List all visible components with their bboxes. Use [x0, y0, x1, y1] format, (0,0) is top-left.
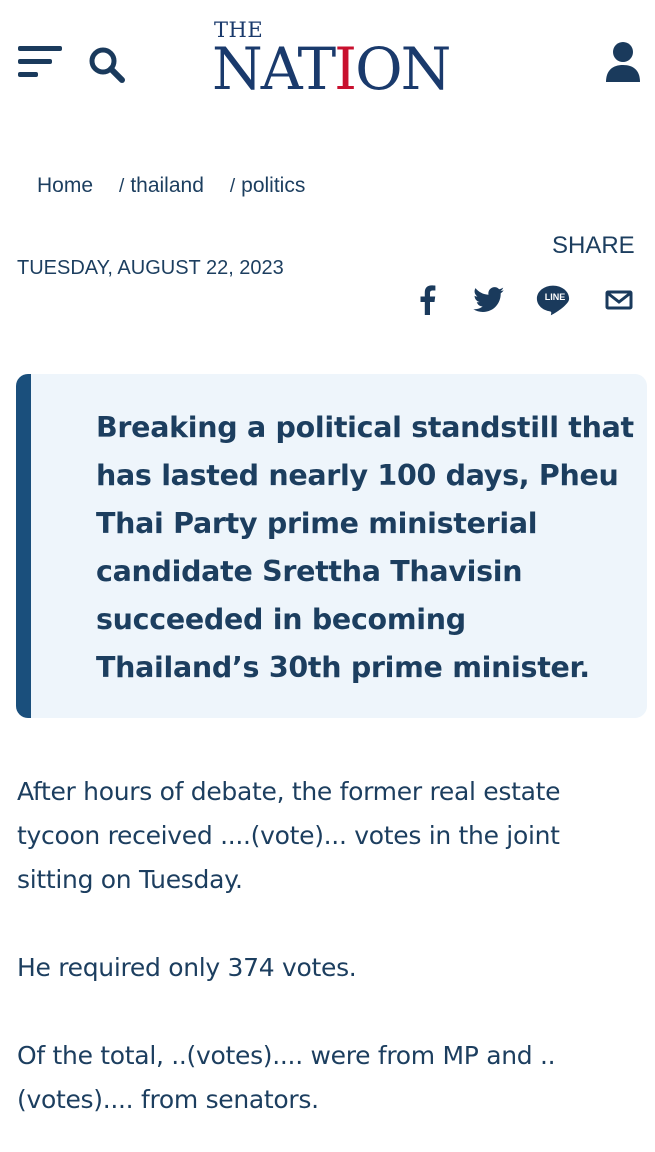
breadcrumb-politics[interactable]: politics	[241, 174, 305, 197]
mail-icon[interactable]	[602, 283, 636, 317]
user-icon[interactable]	[603, 40, 643, 84]
breadcrumb-separator: /	[229, 176, 236, 197]
site-logo[interactable]: THE NATION	[212, 18, 477, 108]
article-paragraph: After hours of debate, the former real e…	[17, 777, 561, 894]
lead-accent-bar	[16, 374, 31, 718]
breadcrumb-separator: /	[119, 176, 125, 197]
article-paragraph: He required only 374 votes.	[17, 953, 357, 982]
article-date: TUESDAY, AUGUST 22, 2023	[17, 257, 284, 279]
site-header: THE NATION	[0, 0, 655, 130]
line-label: LINE	[544, 292, 566, 302]
breadcrumb-home[interactable]: Home	[37, 174, 93, 197]
logo-nation: NATION	[212, 35, 451, 103]
share-label: SHARE	[552, 232, 635, 259]
line-icon[interactable]: LINE	[536, 283, 570, 317]
article-paragraph: Of the total, ..(votes).... were from MP…	[17, 1041, 556, 1114]
breadcrumb: Home / thailand / politics	[37, 174, 305, 202]
facebook-icon[interactable]	[410, 283, 444, 317]
article-lead-box: Breaking a political standstill that has…	[16, 374, 647, 718]
search-icon[interactable]	[86, 44, 128, 86]
breadcrumb-thailand[interactable]: thailand	[130, 174, 204, 197]
twitter-icon[interactable]	[472, 283, 506, 317]
menu-icon[interactable]	[18, 44, 64, 84]
article-lead: Breaking a political standstill that has…	[96, 411, 634, 684]
